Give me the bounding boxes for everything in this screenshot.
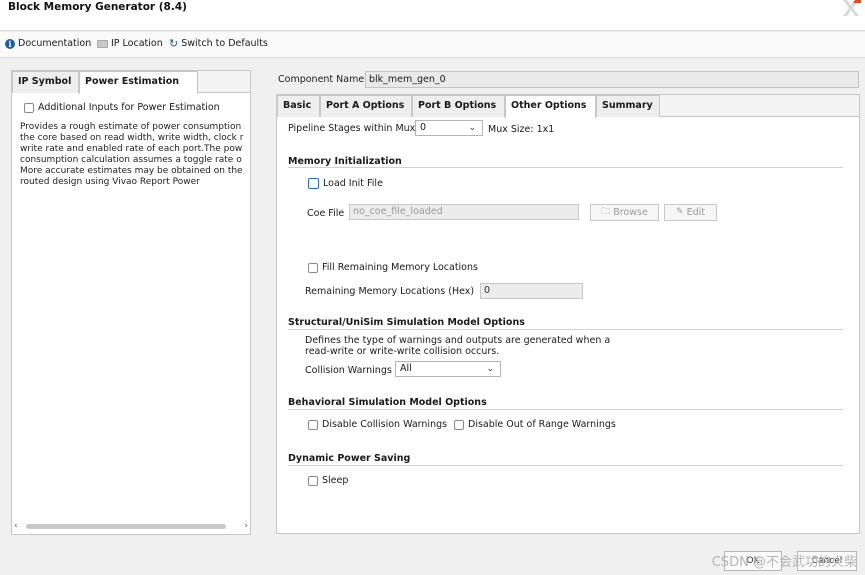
sleep-option[interactable]: Sleep — [308, 475, 348, 486]
pipeline-stages-value: 0 — [420, 122, 427, 133]
tab-ip-symbol[interactable]: IP Symbol — [12, 71, 79, 93]
scroll-right-icon[interactable]: › — [244, 521, 248, 531]
structural-options-heading: Structural/UniSim Simulation Model Optio… — [288, 317, 525, 328]
ip-location-label: IP Location — [111, 38, 163, 49]
xilinx-logo-icon — [843, 0, 861, 16]
tab-port-a-options[interactable]: Port A Options — [320, 95, 412, 117]
section-divider — [288, 167, 843, 168]
pipeline-stages-select[interactable]: 0 ⌄ — [415, 120, 483, 136]
fill-remaining-checkbox[interactable] — [308, 262, 318, 273]
switch-defaults-button[interactable]: ↻ Switch to Defaults — [169, 36, 268, 50]
chevron-down-icon: ⌄ — [468, 123, 476, 133]
coe-file-label: Coe File — [307, 208, 345, 219]
disable-collision-option[interactable]: Disable Collision Warnings — [308, 419, 447, 430]
switch-defaults-label: Switch to Defaults — [181, 38, 268, 49]
section-divider — [288, 409, 843, 410]
power-estimation-description: Provides a rough estimate of power consu… — [20, 122, 244, 187]
behavioral-options-heading: Behavioral Simulation Model Options — [288, 397, 487, 408]
section-divider — [288, 465, 843, 466]
load-init-option[interactable]: Load Init File — [308, 178, 383, 189]
load-init-label: Load Init File — [323, 178, 383, 189]
disable-range-checkbox[interactable] — [454, 419, 464, 430]
component-name-label: Component Name — [278, 74, 365, 85]
ip-location-button[interactable]: IP Location — [97, 38, 163, 49]
fill-remaining-option[interactable]: Fill Remaining Memory Locations — [308, 262, 478, 273]
edit-icon: ✎ — [676, 207, 684, 217]
browse-button[interactable]: 🗀 Browse — [590, 204, 659, 221]
fill-remaining-label: Fill Remaining Memory Locations — [322, 262, 478, 273]
coe-file-input[interactable]: no_coe_file_loaded — [349, 204, 579, 220]
horizontal-scrollbar[interactable]: ‹ › — [14, 521, 248, 533]
watermark-text: CSDN @不会武功的火柴 — [711, 555, 857, 570]
tab-basic[interactable]: Basic — [277, 95, 320, 117]
remaining-locations-label: Remaining Memory Locations (Hex) — [305, 286, 475, 297]
edit-button[interactable]: ✎ Edit — [664, 204, 717, 221]
chevron-down-icon: ⌄ — [486, 364, 494, 374]
left-panel: IP Symbol Power Estimation Additional In… — [11, 70, 251, 535]
pipeline-stages-label: Pipeline Stages within Mux — [288, 123, 416, 134]
disable-range-label: Disable Out of Range Warnings — [468, 419, 616, 430]
remaining-locations-input[interactable]: 0 — [480, 283, 583, 299]
collision-description-line2: read-write or write-write collision occu… — [305, 346, 500, 357]
collision-warnings-value: All — [400, 363, 412, 374]
scrollbar-thumb[interactable] — [26, 524, 226, 529]
memory-initialization-heading: Memory Initialization — [288, 156, 402, 167]
collision-warnings-label: Collision Warnings — [305, 365, 392, 376]
edit-label: Edit — [686, 207, 705, 218]
tab-other-options[interactable]: Other Options — [505, 95, 596, 118]
info-icon: i — [5, 38, 15, 49]
documentation-label: Documentation — [18, 38, 92, 49]
tab-port-b-options[interactable]: Port B Options — [412, 95, 505, 117]
documentation-button[interactable]: i Documentation — [5, 38, 91, 49]
collision-description-line1: Defines the type of warnings and outputs… — [305, 335, 611, 346]
section-divider — [288, 329, 843, 330]
options-panel: Basic Port A Options Port B Options Othe… — [276, 94, 860, 534]
disable-collision-label: Disable Collision Warnings — [322, 419, 448, 430]
tab-summary[interactable]: Summary — [596, 95, 660, 117]
browse-label: Browse — [613, 207, 648, 218]
load-init-checkbox[interactable] — [308, 178, 319, 189]
mux-size-label: Mux Size: 1x1 — [488, 124, 555, 135]
collision-warnings-select[interactable]: All ⌄ — [395, 361, 501, 377]
sleep-checkbox[interactable] — [308, 475, 318, 486]
disable-range-option[interactable]: Disable Out of Range Warnings — [454, 419, 616, 430]
dynamic-power-heading: Dynamic Power Saving — [288, 453, 411, 464]
refresh-icon: ↻ — [169, 36, 179, 50]
disable-collision-checkbox[interactable] — [308, 419, 318, 430]
folder-icon — [97, 39, 108, 48]
folder-icon: 🗀 — [601, 207, 611, 217]
additional-inputs-label: Additional Inputs for Power Estimation — [38, 102, 220, 113]
additional-inputs-option[interactable]: Additional Inputs for Power Estimation — [24, 102, 220, 113]
scroll-left-icon[interactable]: ‹ — [14, 521, 18, 531]
tab-power-estimation[interactable]: Power Estimation — [79, 71, 198, 94]
component-name-input[interactable]: blk_mem_gen_0 — [365, 71, 859, 88]
window-title: Block Memory Generator (8.4) — [8, 1, 187, 13]
additional-inputs-checkbox[interactable] — [24, 102, 34, 113]
sleep-label: Sleep — [322, 475, 349, 486]
